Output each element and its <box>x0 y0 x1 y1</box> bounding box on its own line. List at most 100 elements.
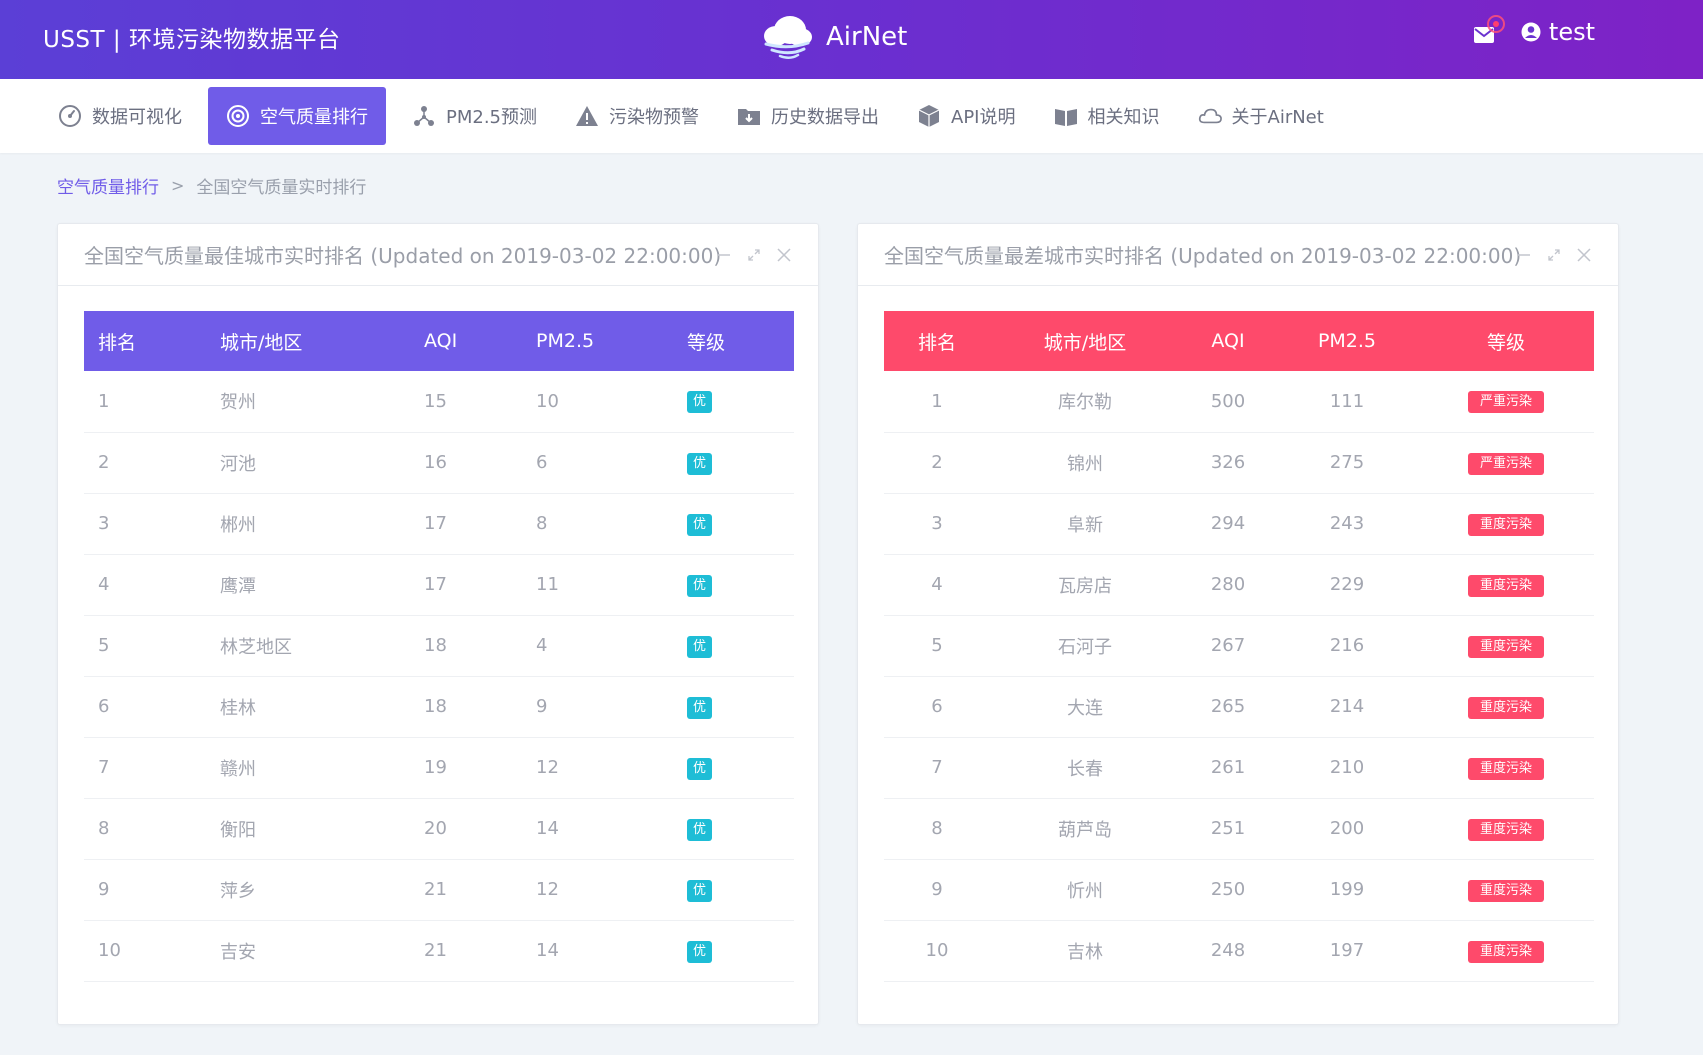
nav-item-label: API说明 <box>951 107 1016 128</box>
aqi-cell: 17 <box>410 493 522 555</box>
worst-cities-table: 排名 城市/地区 AQI PM2.5 等级 1 库尔勒 500 111 严重污染 2 锦州… <box>884 311 1594 982</box>
city-cell: 萍乡 <box>206 859 410 921</box>
breadcrumb-parent-link[interactable]: 空气质量排行 <box>57 173 159 198</box>
column-header-rank[interactable]: 排名 <box>84 311 206 371</box>
nav-item-knowledge[interactable]: 相关知识 <box>1042 87 1172 145</box>
grade-badge: 重度污染 <box>1467 696 1544 719</box>
grade-badge: 优 <box>687 635 713 658</box>
minimize-icon[interactable] <box>1516 247 1532 263</box>
logo-text: AirNet <box>826 22 908 52</box>
grade-badge: 重度污染 <box>1467 757 1544 780</box>
grade-cell: 重度污染 <box>1418 615 1594 677</box>
minimize-icon[interactable] <box>716 247 732 263</box>
pm25-cell: 12 <box>522 737 673 799</box>
rank-cell: 2 <box>84 432 206 494</box>
rank-cell: 10 <box>84 920 206 982</box>
rank-cell: 3 <box>884 493 990 555</box>
pm25-cell: 8 <box>522 493 673 555</box>
column-header-pm25[interactable]: PM2.5 <box>1276 311 1418 371</box>
grade-cell: 严重污染 <box>1418 371 1594 433</box>
close-icon[interactable] <box>1576 247 1592 263</box>
grade-cell: 优 <box>673 737 794 799</box>
platform-title[interactable]: USST | 环境污染物数据平台 <box>43 20 340 54</box>
city-cell: 吉安 <box>206 920 410 982</box>
aqi-cell: 21 <box>410 920 522 982</box>
nav-item-about[interactable]: 关于AirNet <box>1186 87 1336 145</box>
nav-item-api-docs[interactable]: API说明 <box>905 87 1027 145</box>
user-circle-icon <box>1521 22 1541 42</box>
column-header-aqi[interactable]: AQI <box>1180 311 1276 371</box>
user-name: test <box>1548 18 1595 46</box>
aqi-cell: 15 <box>410 371 522 433</box>
grade-badge: 优 <box>687 391 713 414</box>
nav-item-pm25-forecast[interactable]: PM2.5预测 <box>400 87 549 145</box>
cube-icon <box>918 105 940 127</box>
column-header-grade[interactable]: 等级 <box>673 311 794 371</box>
aqi-cell: 294 <box>1180 493 1276 555</box>
messages-button[interactable] <box>1473 15 1505 44</box>
column-header-aqi[interactable]: AQI <box>410 311 522 371</box>
nav-item-visualization[interactable]: 数据可视化 <box>46 87 194 145</box>
best-cities-table: 排名 城市/地区 AQI PM2.5 等级 1 贺州 15 10 优 2 河池 16 6 优 3… <box>84 311 794 982</box>
user-menu[interactable]: test <box>1521 18 1595 46</box>
grade-cell: 优 <box>673 676 794 738</box>
grade-badge: 重度污染 <box>1467 635 1544 658</box>
grade-badge: 优 <box>687 696 713 719</box>
table-header-row: 排名 城市/地区 AQI PM2.5 等级 <box>884 311 1594 371</box>
aqi-cell: 261 <box>1180 737 1276 799</box>
pm25-cell: 229 <box>1276 554 1418 616</box>
grade-cell: 优 <box>673 859 794 921</box>
pm25-cell: 197 <box>1276 920 1418 982</box>
table-row: 10 吉安 21 14 优 <box>84 920 794 982</box>
table-row: 8 衡阳 20 14 优 <box>84 798 794 860</box>
pm25-cell: 214 <box>1276 676 1418 738</box>
nav-item-air-quality-ranking[interactable]: 空气质量排行 <box>208 87 386 145</box>
column-header-city[interactable]: 城市/地区 <box>206 311 410 371</box>
column-header-rank[interactable]: 排名 <box>884 311 990 371</box>
panel-header: 全国空气质量最佳城市实时排名 (Updated on 2019-03-02 22… <box>58 224 818 286</box>
aqi-cell: 500 <box>1180 371 1276 433</box>
grade-cell: 重度污染 <box>1418 798 1594 860</box>
pm25-cell: 275 <box>1276 432 1418 494</box>
grade-cell: 优 <box>673 798 794 860</box>
grade-badge: 优 <box>687 940 713 963</box>
expand-icon[interactable] <box>746 247 762 263</box>
airnet-logo[interactable]: AirNet <box>760 10 907 64</box>
grade-badge: 重度污染 <box>1467 940 1544 963</box>
warning-icon <box>576 106 599 126</box>
table-row: 10 吉林 248 197 重度污染 <box>884 920 1594 982</box>
grade-badge: 优 <box>687 452 713 475</box>
city-cell: 忻州 <box>990 859 1180 921</box>
city-cell: 库尔勒 <box>990 371 1180 433</box>
column-header-pm25[interactable]: PM2.5 <box>522 311 673 371</box>
grade-badge: 重度污染 <box>1467 513 1544 536</box>
nav-item-label: 相关知识 <box>1087 107 1160 128</box>
book-icon <box>1054 109 1077 126</box>
nav-item-label: 污染物预警 <box>609 107 700 128</box>
aqi-cell: 18 <box>410 615 522 677</box>
aqi-cell: 280 <box>1180 554 1276 616</box>
rank-cell: 6 <box>84 676 206 738</box>
column-header-grade[interactable]: 等级 <box>1418 311 1594 371</box>
expand-icon[interactable] <box>1546 247 1562 263</box>
table-row: 1 贺州 15 10 优 <box>84 371 794 433</box>
pm25-cell: 9 <box>522 676 673 738</box>
table-row: 3 郴州 17 8 优 <box>84 493 794 555</box>
rank-cell: 6 <box>884 676 990 738</box>
city-cell: 赣州 <box>206 737 410 799</box>
nav-item-label: 历史数据导出 <box>771 107 880 128</box>
grade-cell: 优 <box>673 371 794 433</box>
rank-cell: 1 <box>84 371 206 433</box>
nav-item-history-export[interactable]: 历史数据导出 <box>725 87 891 145</box>
city-cell: 瓦房店 <box>990 554 1180 616</box>
nav-item-pollutant-alert[interactable]: 污染物预警 <box>563 87 711 145</box>
close-icon[interactable] <box>776 247 792 263</box>
cloud-icon <box>1198 108 1222 124</box>
city-cell: 贺州 <box>206 371 410 433</box>
aqi-cell: 18 <box>410 676 522 738</box>
aqi-cell: 20 <box>410 798 522 860</box>
column-header-city[interactable]: 城市/地区 <box>990 311 1180 371</box>
city-cell: 鹰潭 <box>206 554 410 616</box>
breadcrumb: 空气质量排行 > 全国空气质量实时排行 <box>57 173 366 198</box>
aqi-cell: 267 <box>1180 615 1276 677</box>
